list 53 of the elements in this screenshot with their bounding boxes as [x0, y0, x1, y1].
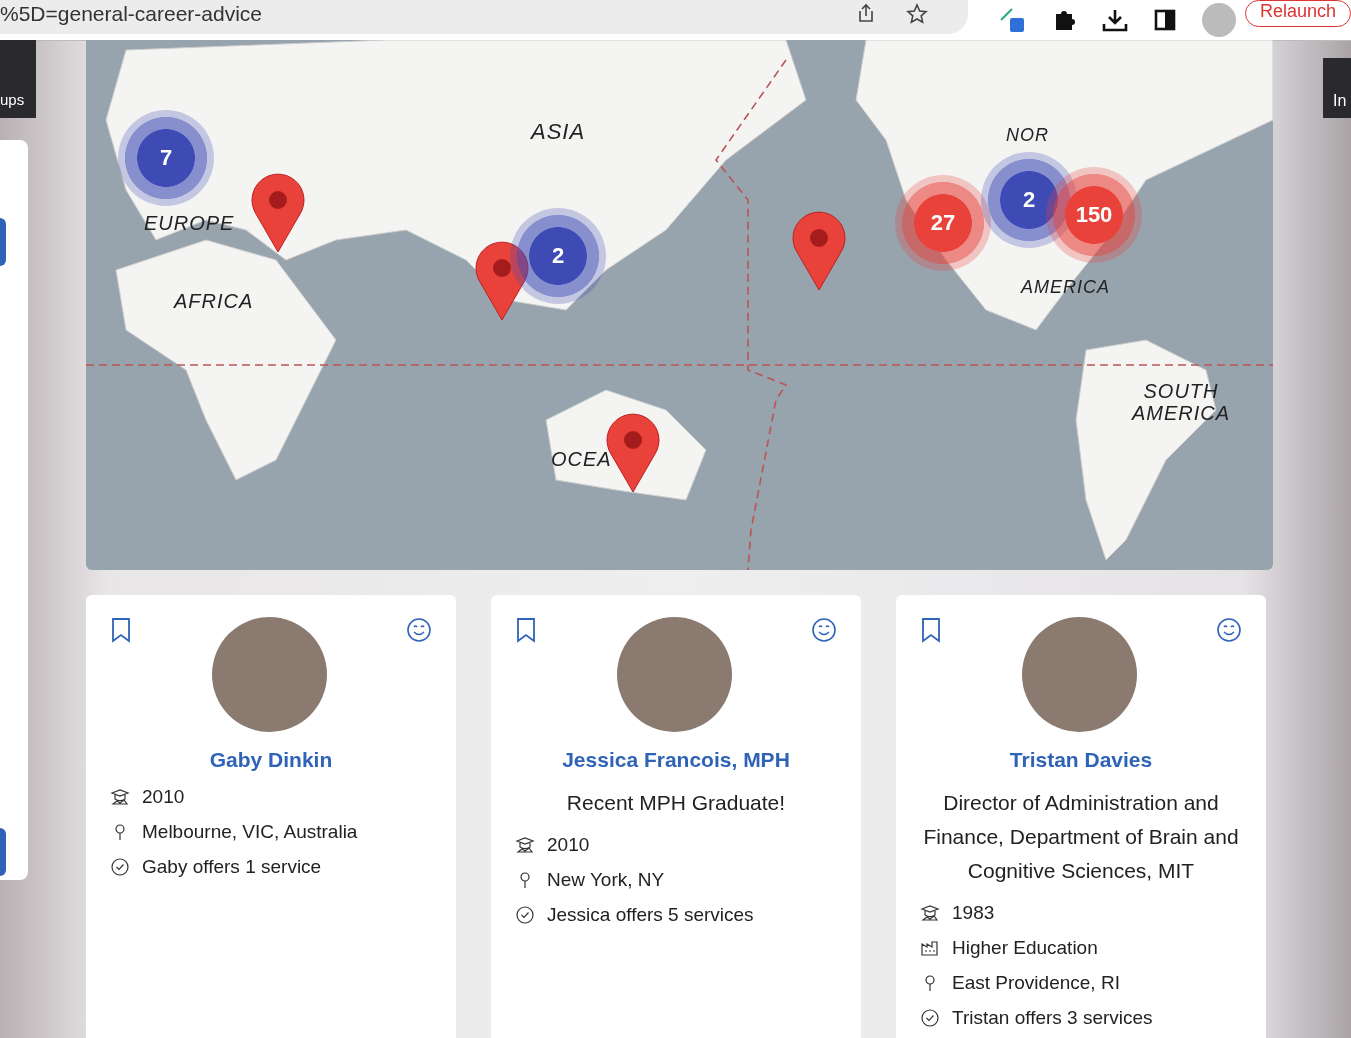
detail-text: 1983: [952, 902, 995, 924]
map-label: NOR: [1006, 126, 1049, 146]
download-icon[interactable]: [1102, 8, 1128, 32]
map-label: OCEA: [551, 448, 612, 470]
smiley-icon[interactable]: [1216, 617, 1242, 643]
mentor-name[interactable]: Tristan Davies: [1009, 748, 1153, 772]
detail-text: Higher Education: [952, 937, 1098, 959]
cluster-marker[interactable]: 2: [510, 208, 606, 304]
star-icon[interactable]: [906, 3, 928, 25]
cluster-marker[interactable]: 7: [118, 110, 214, 206]
detail-text: East Providence, RI: [952, 972, 1120, 994]
map-label: SOUTH AMERICA: [1130, 380, 1232, 424]
mentor-name[interactable]: Gaby Dinkin: [209, 748, 333, 772]
world-map[interactable]: ASIA EUROPE AFRICA OCEA NOR AMERICA SOUTH AMERICA 7 2 27 2 150: [86, 40, 1273, 570]
side-tab[interactable]: In: [1323, 58, 1351, 118]
url-text: %5D=general-career-advice: [0, 2, 263, 26]
side-tab[interactable]: ups: [0, 40, 36, 118]
check-circle-icon: [920, 1008, 940, 1028]
map-label: AFRICA: [174, 290, 254, 312]
map-pin-icon[interactable]: [472, 240, 532, 322]
map-label: AMERICA: [1021, 278, 1110, 298]
map-label: ASIA: [531, 120, 586, 145]
detail-text: 2010: [547, 834, 590, 856]
mentor-headline: Recent MPH Graduate!: [566, 790, 786, 816]
detail-text: Tristan offers 3 services: [952, 1007, 1153, 1029]
detail-text: Melbourne, VIC, Australia: [142, 821, 358, 843]
mentor-name[interactable]: Jessica Francois, MPH: [562, 748, 790, 772]
mentor-headline: Director of Administration and Finance, Department of Brain and Cognitive Sciences, MIT: [922, 790, 1240, 884]
detail-text: Jessica offers 5 services: [547, 904, 754, 926]
share-icon[interactable]: [856, 3, 876, 23]
detail-text: Gaby offers 1 service: [142, 856, 322, 878]
extension-icon[interactable]: [998, 6, 1026, 34]
relaunch-button[interactable]: Relaunch: [1244, 0, 1351, 27]
smiley-icon[interactable]: [406, 617, 432, 643]
map-pin-icon[interactable]: [789, 210, 849, 292]
graduation-cap-icon: [515, 835, 535, 855]
map-label: EUROPE: [144, 212, 235, 234]
detail-text: 2010: [142, 786, 185, 808]
bookmark-icon[interactable]: [515, 617, 537, 643]
smiley-icon[interactable]: [811, 617, 837, 643]
check-circle-icon: [515, 905, 535, 925]
side-panel-icon[interactable]: [1154, 9, 1176, 31]
graduation-cap-icon: [110, 787, 130, 807]
check-circle-icon: [110, 857, 130, 877]
cluster-marker[interactable]: 27: [895, 175, 991, 271]
address-bar[interactable]: %5D=general-career-advice: [0, 0, 968, 34]
map-pin-icon[interactable]: [248, 172, 308, 254]
cluster-marker[interactable]: 150: [1046, 167, 1142, 263]
bookmark-icon[interactable]: [920, 617, 942, 643]
factory-icon: [920, 938, 940, 958]
bookmark-icon[interactable]: [110, 617, 132, 643]
detail-text: New York, NY: [547, 869, 665, 891]
graduation-cap-icon: [920, 903, 940, 923]
